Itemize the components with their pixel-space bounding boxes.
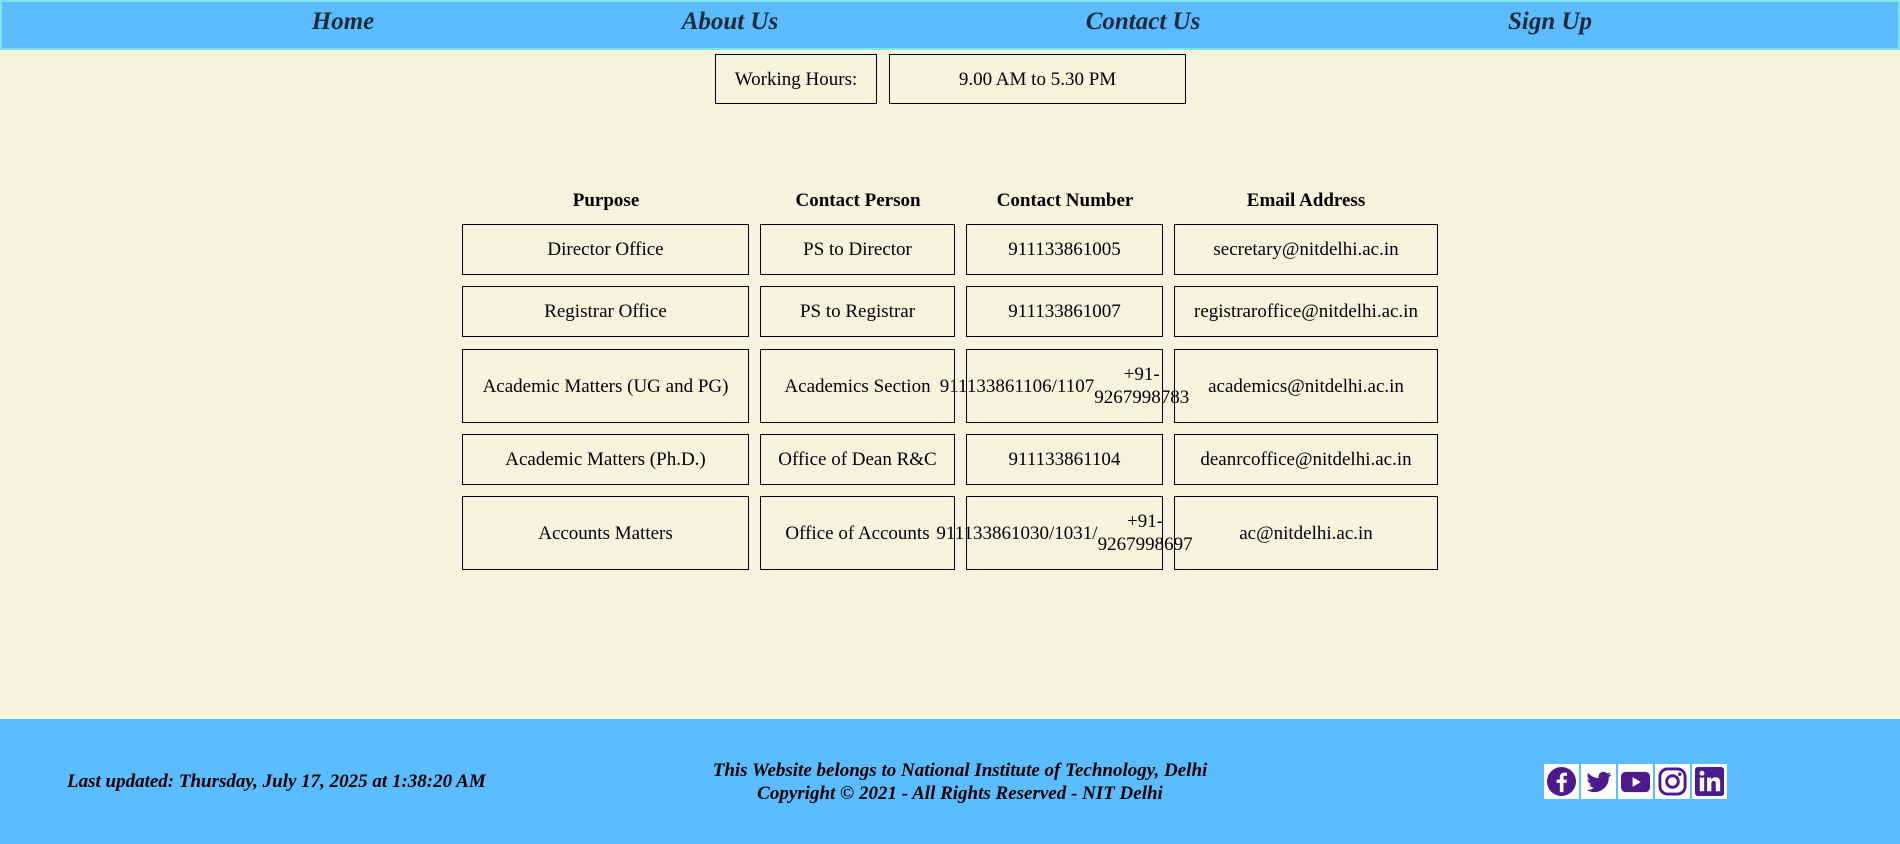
contact-number-line: 911133861007 xyxy=(1008,301,1121,322)
footer-credits: This Website belongs to National Institu… xyxy=(713,759,1208,805)
email-cell: academics@nitdelhi.ac.in xyxy=(1174,349,1438,423)
twitter-icon[interactable] xyxy=(1581,764,1616,799)
header-contact-number: Contact Number xyxy=(996,190,1134,211)
contact-number-cell: 911133861007 xyxy=(966,286,1163,337)
nav-about-link[interactable]: About Us xyxy=(682,8,779,36)
contact-person-cell: Office of Dean R&C xyxy=(760,434,955,485)
working-hours-label: Working Hours: xyxy=(715,54,877,104)
contact-person-cell: Office of Accounts xyxy=(760,496,955,570)
contact-number-cell: 911133861104 xyxy=(966,434,1163,485)
footer-copyright-text: Copyright © 2021 - All Rights Reserved -… xyxy=(757,783,1163,804)
email-cell: registraroffice@nitdelhi.ac.in xyxy=(1174,286,1438,337)
social-links xyxy=(1544,764,1727,800)
contact-number-line: 911133861106/1107 xyxy=(939,375,1095,397)
footer: Last updated: Thursday, July 17, 2025 at… xyxy=(0,719,1900,844)
footer-ownership-text: This Website belongs to National Institu… xyxy=(712,760,1208,781)
nav-home-link[interactable]: Home xyxy=(312,8,375,36)
linkedin-icon[interactable] xyxy=(1692,764,1727,799)
youtube-icon[interactable] xyxy=(1618,764,1653,799)
header-purpose: Purpose xyxy=(572,190,640,211)
nav-contact-link[interactable]: Contact Us xyxy=(1086,8,1201,36)
email-cell: deanrcoffice@nitdelhi.ac.in xyxy=(1174,434,1438,485)
contact-number-cell: 911133861030/1031/+91-9267998697 xyxy=(936,496,1193,570)
contact-person-cell: Academics Section xyxy=(760,349,955,423)
purpose-cell: Registrar Office xyxy=(462,286,749,337)
contact-number-cell: 911133861005 xyxy=(966,224,1163,275)
contact-number-line: 911133861005 xyxy=(1008,239,1121,260)
contact-number-line: 911133861030/1031/ xyxy=(936,522,1098,544)
nav-signup-link[interactable]: Sign Up xyxy=(1508,8,1592,36)
working-hours-value: 9.00 AM to 5.30 PM xyxy=(889,54,1186,104)
purpose-cell: Academic Matters (UG and PG) xyxy=(462,349,749,423)
instagram-icon[interactable] xyxy=(1655,764,1690,799)
purpose-cell: Director Office xyxy=(462,224,749,275)
purpose-cell: Academic Matters (Ph.D.) xyxy=(462,434,749,485)
contact-person-cell: PS to Director xyxy=(760,224,955,275)
purpose-cell: Accounts Matters xyxy=(462,496,749,570)
top-nav: Home About Us Contact Us Sign Up xyxy=(0,0,1900,50)
contact-person-cell: PS to Registrar xyxy=(760,286,955,337)
last-updated-text: Last updated: Thursday, July 17, 2025 at… xyxy=(67,771,486,792)
email-cell: secretary@nitdelhi.ac.in xyxy=(1174,224,1438,275)
header-email-address: Email Address xyxy=(1246,190,1366,211)
facebook-icon[interactable] xyxy=(1544,764,1579,799)
email-cell: ac@nitdelhi.ac.in xyxy=(1174,496,1438,570)
contact-number-cell: 911133861106/1107 +91-9267998783 xyxy=(940,349,1189,423)
header-contact-person: Contact Person xyxy=(795,190,921,211)
contact-number-line: 911133861104 xyxy=(1008,449,1121,470)
